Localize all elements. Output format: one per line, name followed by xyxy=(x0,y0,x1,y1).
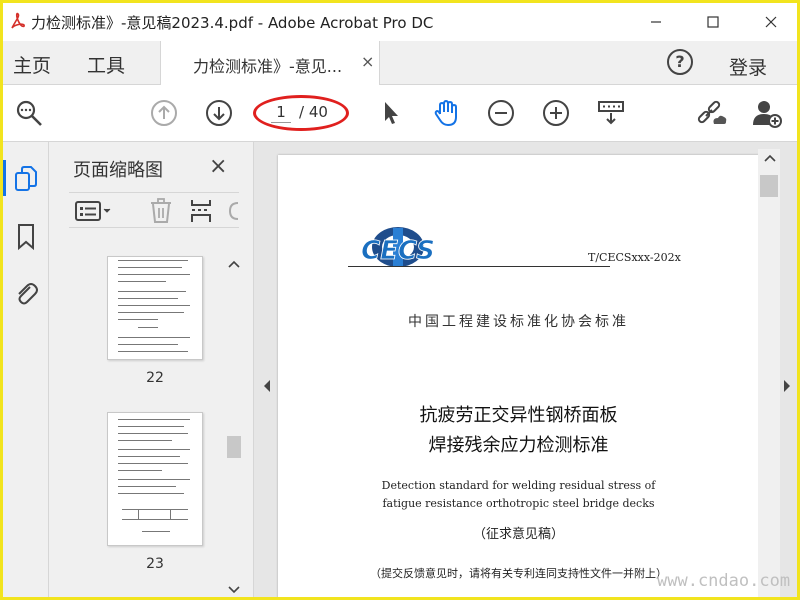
draft-label: （征求意见稿） xyxy=(472,527,564,542)
panel-title: 页面缩略图 xyxy=(73,160,163,181)
scrollbar-thumb[interactable] xyxy=(760,175,778,197)
highlight-annotation xyxy=(253,95,349,131)
collapse-right-pane-icon[interactable] xyxy=(782,378,792,392)
rotate-page-icon[interactable] xyxy=(227,199,239,223)
app-window: 力检测标准》-意见稿2023.4.pdf - Adobe Acrobat Pro… xyxy=(0,0,800,600)
zoom-search-icon[interactable] xyxy=(13,97,45,129)
hand-tool-icon[interactable] xyxy=(430,97,462,129)
header-rule xyxy=(348,266,610,267)
english-title-line-1: Detection standard for welding residual … xyxy=(381,479,656,492)
window-title: 力检测标准》-意见稿2023.4.pdf - Adobe Acrobat Pro… xyxy=(31,14,434,32)
document-title-line-2: 焊接残余应力检测标准 xyxy=(428,435,609,456)
page-thumbnails-icon[interactable] xyxy=(12,164,40,194)
close-window-button[interactable] xyxy=(751,9,791,35)
thumbnails-panel: 页面缩略图 × 22 23 xyxy=(49,142,254,597)
scroll-mode-icon[interactable] xyxy=(595,97,627,129)
maximize-button[interactable] xyxy=(693,9,733,35)
scrollbar-thumb[interactable] xyxy=(227,436,241,458)
collapse-left-pane-icon[interactable] xyxy=(262,378,272,392)
document-title-line-1: 抗疲劳正交异性钢桥面板 xyxy=(419,405,618,426)
tab-document-label: 力检测标准》-意见... xyxy=(193,57,343,76)
page-thumbnail-22[interactable] xyxy=(107,256,203,360)
panel-toolbar xyxy=(69,192,239,228)
panel-close-icon[interactable]: × xyxy=(209,154,227,179)
tab-bar: 主页 工具 力检测标准》-意见... × ? 登录 xyxy=(3,41,797,85)
bookmarks-icon[interactable] xyxy=(12,222,40,252)
tab-document[interactable]: 力检测标准》-意见... × xyxy=(160,41,380,85)
watermark-text: www.cndao.com xyxy=(657,571,791,591)
prev-page-icon[interactable] xyxy=(148,97,180,129)
toolbar: 1 / 40 xyxy=(3,85,797,142)
thumbnail-label: 22 xyxy=(146,370,164,386)
active-indicator xyxy=(3,160,6,196)
document-scrollbar[interactable] xyxy=(758,149,780,597)
delete-page-icon[interactable] xyxy=(149,198,173,223)
share-link-icon[interactable] xyxy=(696,97,728,129)
svg-text:CECS: CECS xyxy=(361,236,435,266)
standard-number: T/CECSxxx-202x xyxy=(588,251,681,264)
insert-page-icon[interactable] xyxy=(189,199,215,223)
zoom-in-icon[interactable] xyxy=(540,97,572,129)
english-title-line-2: fatigue resistance orthotropic steel bri… xyxy=(382,497,655,510)
tab-tools[interactable]: 工具 xyxy=(87,51,125,78)
organization-title: 中国工程建设标准化协会标准 xyxy=(408,314,629,330)
minimize-button[interactable] xyxy=(636,9,676,35)
document-viewer[interactable]: CECS T/CECSxxx-202x 中国工程建设标准化协会标准 抗疲劳正交异… xyxy=(254,142,797,597)
pdf-page: CECS T/CECSxxx-202x 中国工程建设标准化协会标准 抗疲劳正交异… xyxy=(278,155,759,597)
title-bar: 力检测标准》-意见稿2023.4.pdf - Adobe Acrobat Pro… xyxy=(3,3,797,41)
login-button[interactable]: 登录 xyxy=(729,53,767,80)
options-menu-icon[interactable] xyxy=(75,199,113,223)
attachments-icon[interactable] xyxy=(12,278,40,308)
tab-close-icon[interactable]: × xyxy=(361,52,374,71)
acrobat-logo-icon xyxy=(8,12,28,32)
page-thumbnail-23[interactable] xyxy=(107,412,203,546)
thumbnails-scrollbar[interactable] xyxy=(225,256,242,597)
thumbnail-label: 23 xyxy=(146,556,164,572)
add-user-icon[interactable] xyxy=(751,97,783,129)
help-button[interactable]: ? xyxy=(667,49,693,75)
left-navigation-rail xyxy=(3,142,49,597)
zoom-out-icon[interactable] xyxy=(485,97,517,129)
select-cursor-icon[interactable] xyxy=(375,97,407,129)
next-page-icon[interactable] xyxy=(203,97,235,129)
tab-home[interactable]: 主页 xyxy=(13,51,51,78)
